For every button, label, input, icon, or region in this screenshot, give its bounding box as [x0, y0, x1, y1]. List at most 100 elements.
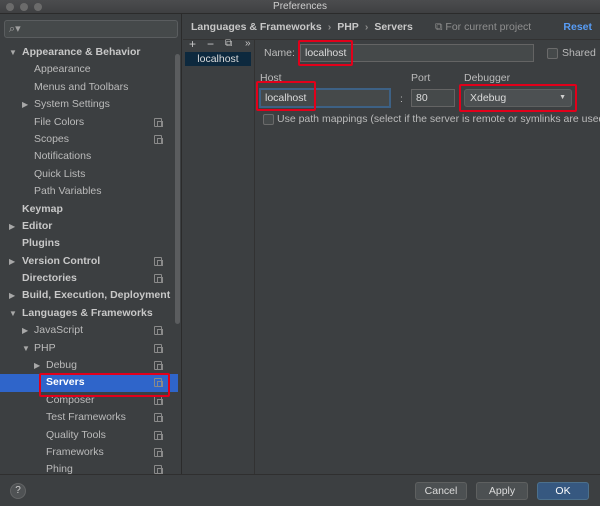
sidebar-item-test-frameworks[interactable]: Test Frameworks	[0, 409, 178, 426]
breadcrumb-part: PHP	[337, 21, 359, 33]
minimize-window-button[interactable]	[20, 3, 28, 11]
sidebar-item-appearance[interactable]: Appearance	[0, 61, 178, 78]
remove-server-button[interactable]: −	[207, 38, 214, 50]
name-field[interactable]: localhost	[300, 44, 534, 62]
cancel-button[interactable]: Cancel	[415, 482, 467, 500]
sidebar-item-notifications[interactable]: Notifications	[0, 148, 178, 165]
breadcrumb-part: Languages & Frameworks	[191, 21, 322, 33]
sidebar-item-path-variables[interactable]: Path Variables	[0, 183, 178, 200]
sidebar-item-build-execution-deployment[interactable]: ▶ Build, Execution, Deployment	[0, 287, 178, 304]
sidebar-item-label: PHP	[34, 341, 56, 354]
path-mappings-checkbox[interactable]	[263, 114, 274, 125]
project-scope-text: For current project	[445, 21, 532, 33]
project-level-icon	[154, 361, 163, 371]
sidebar-item-label: Version Control	[22, 254, 101, 267]
sidebar-item-label: Languages & Frameworks	[22, 306, 153, 319]
sidebar-item-label: Appearance	[34, 63, 91, 76]
sidebar-item-label: Quick Lists	[34, 167, 86, 180]
sidebar-item-php[interactable]: ▼ PHP	[0, 340, 178, 357]
sidebar-item-label: Editor	[22, 219, 53, 232]
debugger-value: Xdebug	[470, 92, 507, 104]
chevron-down-icon[interactable]: ▼	[9, 305, 17, 318]
ok-button[interactable]: OK	[537, 482, 589, 500]
help-button[interactable]: ?	[10, 483, 26, 499]
chevron-right-icon[interactable]: ▶	[9, 287, 17, 300]
port-field[interactable]: 80	[411, 89, 455, 107]
sidebar-item-label: File Colors	[34, 115, 85, 128]
breadcrumb-part: Servers	[374, 21, 413, 33]
chevron-right-icon[interactable]: ▶	[34, 357, 42, 370]
sidebar-item-version-control[interactable]: ▶ Version Control	[0, 253, 178, 270]
sidebar-item-label: Composer	[46, 393, 95, 406]
search-input[interactable]: ⌕▾	[4, 20, 178, 38]
server-list-item[interactable]: localhost	[185, 52, 251, 66]
server-list-toolbar: + − ⧉ »	[183, 38, 255, 52]
sidebar-item-label: JavaScript	[34, 324, 84, 337]
shared-checkbox[interactable]	[547, 48, 558, 59]
chevron-down-icon[interactable]: ▼	[22, 340, 30, 353]
project-scope-label: ⧉ For current project	[435, 14, 531, 40]
sidebar-item-composer[interactable]: Composer	[0, 392, 178, 409]
search-icon: ⌕▾	[9, 23, 21, 35]
sidebar-item-appearance-behavior[interactable]: ▼ Appearance & Behavior	[0, 44, 178, 61]
project-level-icon	[154, 343, 163, 353]
apply-button[interactable]: Apply	[476, 482, 528, 500]
sidebar-item-label: Servers	[46, 376, 85, 389]
sidebar-item-system-settings[interactable]: ▶ System Settings	[0, 96, 178, 113]
sidebar-item-menus-and-toolbars[interactable]: Menus and Toolbars	[0, 79, 178, 96]
sidebar-item-quality-tools[interactable]: Quality Tools	[0, 427, 178, 444]
host-field[interactable]: localhost	[260, 89, 390, 107]
project-level-icon	[154, 378, 163, 388]
sidebar-item-servers[interactable]: Servers	[0, 374, 178, 392]
project-level-icon	[154, 326, 163, 336]
dialog-footer: ? Cancel Apply OK	[0, 474, 600, 506]
chevron-right-icon[interactable]: ▶	[9, 253, 17, 266]
chevron-right-icon[interactable]: ▶	[22, 322, 30, 335]
breadcrumb-path: Languages & Frameworks › PHP › Servers	[191, 14, 413, 40]
settings-sidebar: ⌕▾ ▼ Appearance & Behavior Appearance Menus…	[0, 14, 182, 475]
project-level-icon	[154, 447, 163, 457]
host-label: Host	[260, 72, 282, 84]
copy-server-button[interactable]: ⧉	[225, 38, 232, 50]
sidebar-item-file-colors[interactable]: File Colors	[0, 114, 178, 131]
debugger-label: Debugger	[464, 72, 511, 84]
reset-link[interactable]: Reset	[563, 14, 592, 40]
path-mappings-label: Use path mappings (select if the server …	[277, 113, 600, 125]
sidebar-item-label: System Settings	[34, 98, 110, 111]
sidebar-item-quick-lists[interactable]: Quick Lists	[0, 166, 178, 183]
project-level-icon	[154, 274, 163, 284]
sidebar-item-label: Notifications	[34, 150, 92, 163]
port-label: Port	[411, 72, 431, 84]
sidebar-item-label: Test Frameworks	[46, 411, 126, 424]
sidebar-item-directories[interactable]: Directories	[0, 270, 178, 287]
project-level-icon	[154, 413, 163, 423]
name-label: Name:	[264, 47, 295, 59]
sidebar-item-debug[interactable]: ▶ Debug	[0, 357, 178, 374]
chevron-right-icon[interactable]: ▶	[9, 218, 17, 231]
project-scope-icon: ⧉	[435, 21, 446, 33]
sidebar-item-label: Menus and Toolbars	[34, 80, 129, 93]
sidebar-item-label: Plugins	[22, 237, 60, 250]
more-actions-button[interactable]: »	[245, 38, 251, 50]
sidebar-item-label: Build, Execution, Deployment	[22, 289, 171, 302]
zoom-window-button[interactable]	[34, 3, 42, 11]
sidebar-item-label: Frameworks	[46, 445, 104, 458]
sidebar-item-keymap[interactable]: Keymap	[0, 201, 178, 218]
sidebar-item-editor[interactable]: ▶ Editor	[0, 218, 178, 235]
sidebar-item-scopes[interactable]: Scopes	[0, 131, 178, 148]
chevron-down-icon[interactable]: ▼	[9, 44, 17, 57]
chevron-right-icon[interactable]: ▶	[22, 96, 30, 109]
project-level-icon	[154, 395, 163, 405]
sidebar-item-languages-frameworks[interactable]: ▼ Languages & Frameworks	[0, 305, 178, 322]
port-separator: :	[400, 93, 403, 105]
project-level-icon	[154, 430, 163, 440]
project-level-icon	[154, 256, 163, 266]
breadcrumb: Languages & Frameworks › PHP › Servers ⧉ For…	[183, 14, 600, 40]
sidebar-item-javascript[interactable]: ▶ JavaScript	[0, 322, 178, 339]
sidebar-scrollbar[interactable]	[175, 54, 180, 324]
sidebar-item-plugins[interactable]: Plugins	[0, 235, 178, 252]
add-server-button[interactable]: +	[189, 38, 196, 50]
debugger-select[interactable]: Xdebug ▼	[464, 89, 572, 107]
close-window-button[interactable]	[6, 3, 14, 11]
sidebar-item-frameworks[interactable]: Frameworks	[0, 444, 178, 461]
